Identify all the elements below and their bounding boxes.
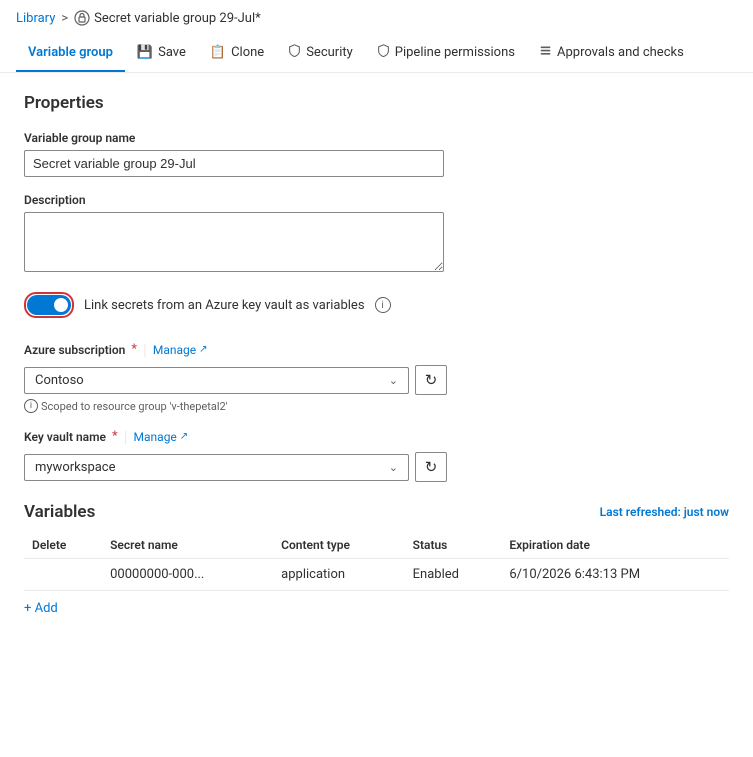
azure-subscription-required: * bbox=[131, 342, 137, 357]
tab-pipeline-permissions[interactable]: Pipeline permissions bbox=[365, 34, 527, 73]
azure-subscription-label: Azure subscription bbox=[24, 343, 125, 357]
tab-security[interactable]: Security bbox=[276, 34, 365, 73]
cell-secret-name: 00000000-000... bbox=[102, 559, 273, 591]
tab-save[interactable]: 💾 Save bbox=[125, 35, 198, 72]
tab-approvals-checks-label: Approvals and checks bbox=[557, 45, 684, 60]
variable-group-name-field: Variable group name bbox=[24, 131, 729, 177]
toggle-wrapper bbox=[24, 292, 74, 318]
key-vault-external-link-icon: ↗ bbox=[180, 431, 188, 442]
scoped-text-label: Scoped to resource group 'v-thepetal2' bbox=[41, 400, 228, 413]
description-label: Description bbox=[24, 193, 729, 207]
description-input[interactable] bbox=[24, 212, 444, 272]
properties-section: Properties Variable group name Descripti… bbox=[24, 93, 729, 318]
key-vault-manage-label: Manage bbox=[134, 430, 177, 444]
tab-clone-label: Clone bbox=[231, 45, 264, 60]
col-content-type: Content type bbox=[273, 532, 404, 559]
properties-title: Properties bbox=[24, 93, 729, 113]
key-vault-refresh-button[interactable]: ↻ bbox=[415, 452, 447, 482]
manage-label: Manage bbox=[153, 343, 196, 357]
azure-subscription-dropdown[interactable]: Contoso ⌄ bbox=[24, 367, 409, 394]
variables-header: Variables Last refreshed: just now bbox=[24, 502, 729, 522]
save-icon: 💾 bbox=[137, 45, 153, 60]
clone-icon: 📋 bbox=[210, 45, 226, 60]
table-row: 00000000-000... application Enabled 6/10… bbox=[24, 559, 729, 591]
key-vault-value: myworkspace bbox=[35, 460, 116, 475]
pipe-separator: | bbox=[143, 340, 147, 359]
breadcrumb: Library > Secret variable group 29-Jul* bbox=[0, 0, 753, 34]
cell-expiration-date: 6/10/2026 6:43:13 PM bbox=[501, 559, 729, 591]
key-vault-header: Key vault name * | Manage ↗ bbox=[24, 427, 729, 446]
azure-subscription-manage-link[interactable]: Manage ↗ bbox=[153, 343, 208, 357]
toggle-thumb bbox=[54, 298, 68, 312]
refresh-icon: ↻ bbox=[425, 371, 438, 389]
dropdown-chevron-icon: ⌄ bbox=[389, 374, 398, 387]
security-icon bbox=[288, 44, 301, 61]
azure-subscription-section: Azure subscription * | Manage ↗ Contoso … bbox=[24, 340, 729, 413]
tab-approvals-checks[interactable]: Approvals and checks bbox=[527, 34, 696, 73]
secret-variable-group-icon bbox=[74, 10, 90, 26]
key-vault-refresh-icon: ↻ bbox=[425, 458, 438, 476]
scoped-info-icon: i bbox=[24, 399, 38, 413]
col-delete: Delete bbox=[24, 532, 102, 559]
col-status: Status bbox=[405, 532, 502, 559]
cell-status: Enabled bbox=[405, 559, 502, 591]
breadcrumb-separator: > bbox=[61, 11, 68, 26]
tab-clone[interactable]: 📋 Clone bbox=[198, 35, 276, 72]
azure-keyvault-toggle[interactable] bbox=[27, 295, 71, 315]
azure-subscription-header: Azure subscription * | Manage ↗ bbox=[24, 340, 729, 359]
key-vault-section: Key vault name * | Manage ↗ myworkspace … bbox=[24, 427, 729, 482]
key-vault-dropdown-row: myworkspace ⌄ ↻ bbox=[24, 452, 729, 482]
last-refreshed: Last refreshed: just now bbox=[600, 505, 729, 519]
approvals-checks-icon bbox=[539, 44, 552, 61]
key-vault-manage-link[interactable]: Manage ↗ bbox=[134, 430, 189, 444]
library-link[interactable]: Library bbox=[16, 11, 55, 26]
description-field: Description bbox=[24, 193, 729, 276]
tab-save-label: Save bbox=[158, 45, 186, 60]
col-expiration-date: Expiration date bbox=[501, 532, 729, 559]
toggle-row: Link secrets from an Azure key vault as … bbox=[24, 292, 729, 318]
breadcrumb-current-page: Secret variable group 29-Jul* bbox=[94, 11, 261, 26]
pipeline-permissions-icon bbox=[377, 44, 390, 61]
azure-subscription-dropdown-row: Contoso ⌄ ↻ bbox=[24, 365, 729, 395]
toolbar: Variable group 💾 Save 📋 Clone Security P… bbox=[0, 34, 753, 73]
toggle-label: Link secrets from an Azure key vault as … bbox=[84, 298, 365, 313]
key-vault-dropdown-chevron-icon: ⌄ bbox=[389, 461, 398, 474]
tab-variable-group-label: Variable group bbox=[28, 45, 113, 60]
scoped-text: i Scoped to resource group 'v-thepetal2' bbox=[24, 399, 729, 413]
tab-variable-group[interactable]: Variable group bbox=[16, 35, 125, 72]
main-content: Properties Variable group name Descripti… bbox=[0, 73, 753, 646]
key-vault-required: * bbox=[112, 429, 118, 444]
add-variable-button[interactable]: + Add bbox=[24, 591, 58, 626]
variables-table: Delete Secret name Content type Status E… bbox=[24, 532, 729, 591]
key-vault-label: Key vault name bbox=[24, 430, 106, 444]
key-vault-dropdown[interactable]: myworkspace ⌄ bbox=[24, 454, 409, 481]
variable-group-name-input[interactable] bbox=[24, 150, 444, 177]
pipe-separator-2: | bbox=[124, 427, 128, 446]
cell-delete bbox=[24, 559, 102, 591]
azure-subscription-refresh-button[interactable]: ↻ bbox=[415, 365, 447, 395]
azure-subscription-value: Contoso bbox=[35, 373, 84, 388]
variables-title: Variables bbox=[24, 502, 95, 522]
toggle-info-icon[interactable]: i bbox=[375, 297, 391, 313]
variables-section: Variables Last refreshed: just now Delet… bbox=[24, 502, 729, 626]
tab-security-label: Security bbox=[306, 45, 353, 60]
col-secret-name: Secret name bbox=[102, 532, 273, 559]
external-link-icon: ↗ bbox=[199, 344, 207, 355]
variable-group-name-label: Variable group name bbox=[24, 131, 729, 145]
add-variable-label: + Add bbox=[24, 601, 58, 616]
cell-content-type: application bbox=[273, 559, 404, 591]
tab-pipeline-permissions-label: Pipeline permissions bbox=[395, 45, 515, 60]
